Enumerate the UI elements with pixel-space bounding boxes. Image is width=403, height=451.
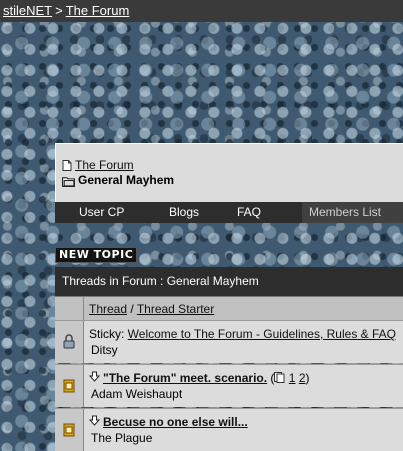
navigation-box: The Forum General Mayhem xyxy=(55,143,403,203)
thread-row: Becuse no one else will... The Plague xyxy=(55,408,403,451)
folder-icon xyxy=(63,379,75,393)
top-breadcrumb-bar: stileNET > The Forum xyxy=(0,0,403,22)
page-list-open: ( xyxy=(267,371,275,385)
breadcrumb-current-link[interactable]: The Forum xyxy=(66,3,130,18)
down-arrow-icon[interactable] xyxy=(89,371,100,382)
new-topic-button[interactable]: NEW TOPIC xyxy=(55,247,138,263)
thread-row: Sticky: Welcome to The Forum - Guideline… xyxy=(55,320,403,363)
column-header: Thread / Thread Starter xyxy=(55,296,403,321)
thread-starter[interactable]: The Plague xyxy=(91,431,152,445)
menu-user-cp[interactable]: User CP xyxy=(79,202,124,223)
nav-subforum-row: General Mayhem xyxy=(62,173,174,187)
page-1-link[interactable]: 1 xyxy=(289,371,296,385)
sort-by-thread-link[interactable]: Thread xyxy=(89,302,127,316)
menu-faq[interactable]: FAQ xyxy=(237,202,261,223)
thread-prefix: Sticky: xyxy=(89,327,128,341)
nav-forum-row: The Forum xyxy=(62,158,134,172)
thread-title-link[interactable]: Becuse no one else will... xyxy=(103,415,248,429)
thread-starter[interactable]: Ditsy xyxy=(91,343,118,357)
page-icon xyxy=(62,159,72,171)
column-header-icon-cell xyxy=(55,297,84,321)
nav-forum-link[interactable]: The Forum xyxy=(75,158,134,172)
breadcrumb-site-link[interactable]: stileNET xyxy=(3,3,52,18)
thread-title-link[interactable]: "The Forum" meet. scenario. xyxy=(103,371,267,385)
thread-title-link[interactable]: Welcome to The Forum - Guidelines, Rules… xyxy=(128,327,396,341)
breadcrumb-separator: > xyxy=(55,3,63,18)
menu-blogs[interactable]: Blogs xyxy=(169,202,199,223)
page-2-link[interactable]: 2 xyxy=(299,371,306,385)
thread-starter[interactable]: Adam Weishaupt xyxy=(91,387,182,401)
menu-members-list[interactable]: Members List xyxy=(302,202,403,223)
multipage-icon xyxy=(274,372,285,383)
lock-icon xyxy=(63,334,75,349)
column-separator: / xyxy=(127,302,137,316)
nav-subforum-title: General Mayhem xyxy=(78,173,175,187)
folder-icon xyxy=(63,423,75,437)
threads-header: Threads in Forum : General Mayhem xyxy=(55,267,403,296)
thread-row: "The Forum" meet. scenario. ( 1 2) Adam … xyxy=(55,364,403,407)
open-folder-icon xyxy=(62,176,75,187)
main-menu-bar: User CP Blogs FAQ Members List xyxy=(55,202,403,223)
page-list-close: ) xyxy=(305,371,310,385)
threads-header-title: Threads in Forum : General Mayhem xyxy=(62,274,259,288)
sort-by-starter-link[interactable]: Thread Starter xyxy=(137,302,214,316)
down-arrow-icon[interactable] xyxy=(89,415,100,426)
